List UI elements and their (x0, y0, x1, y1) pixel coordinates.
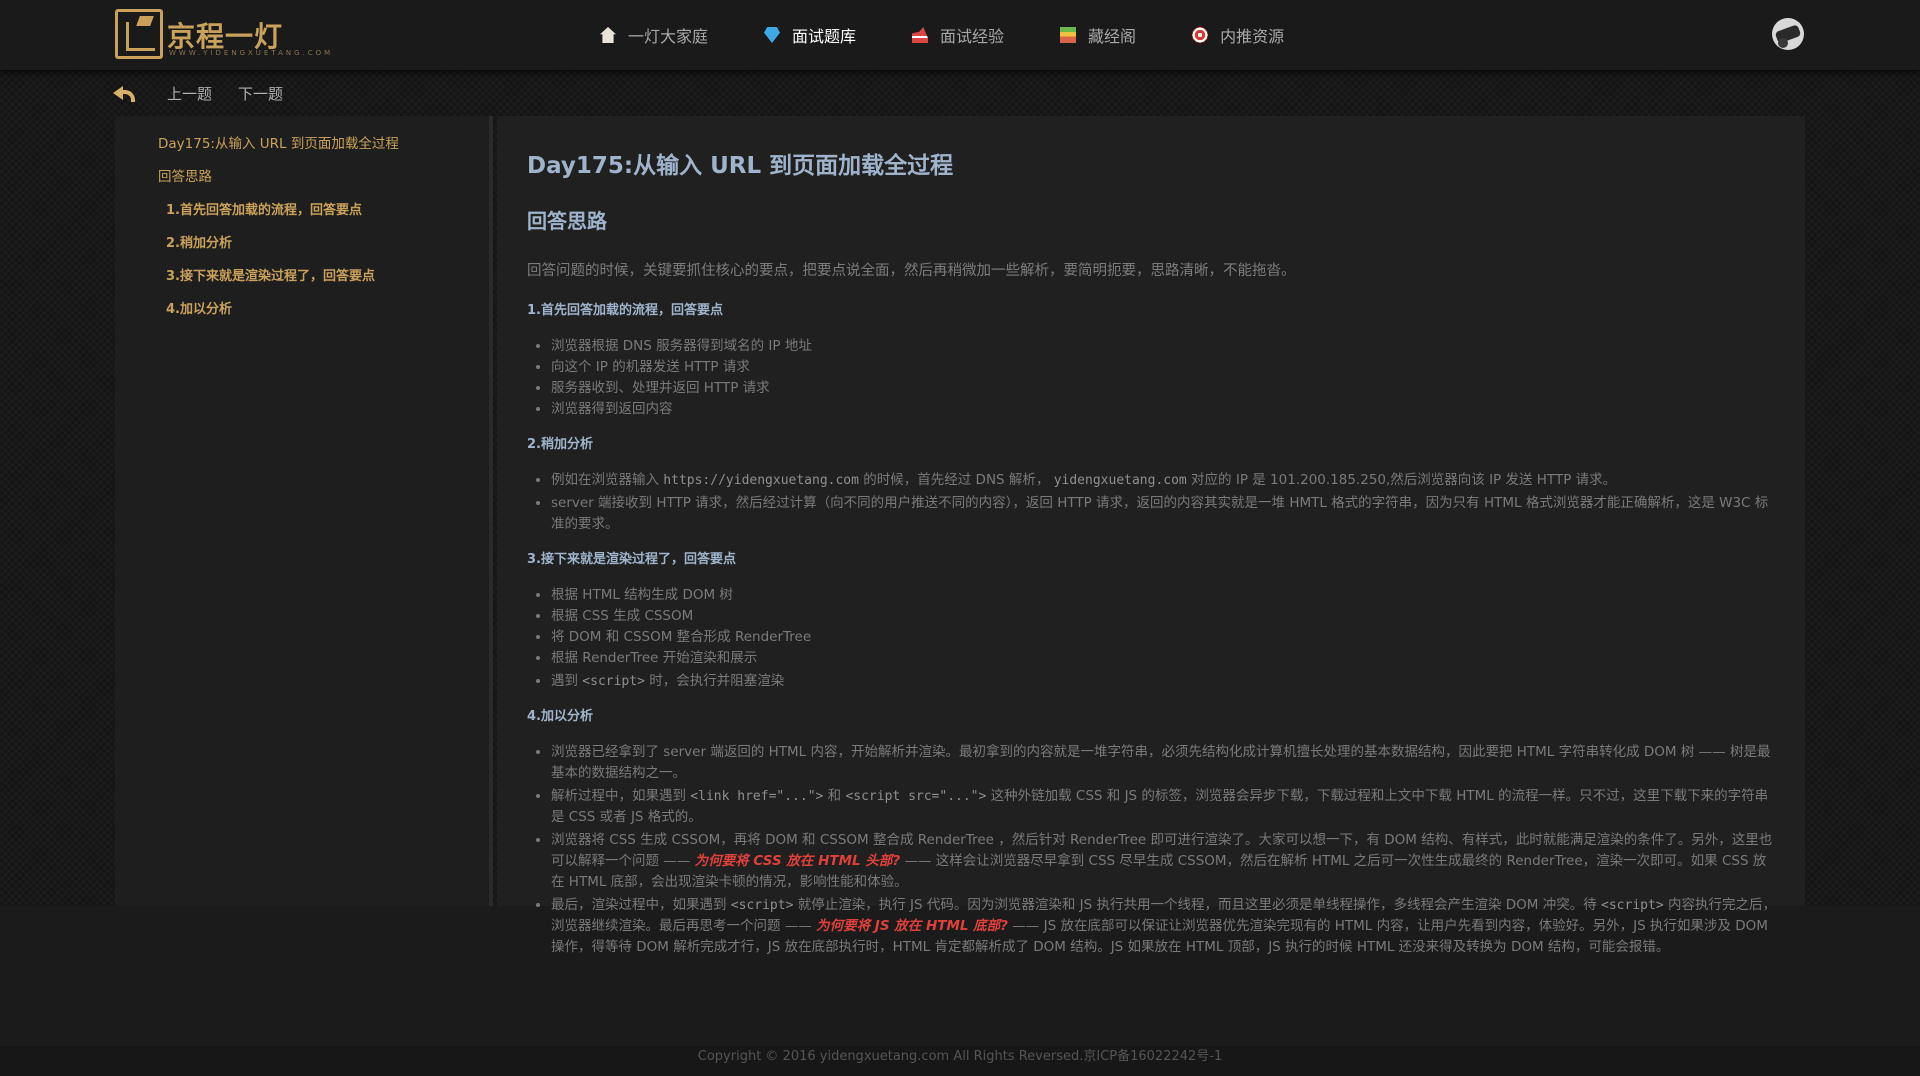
list-item: 解析过程中，如果遇到 <link href="..."> 和 <script s… (551, 786, 1777, 828)
section-3-heading: 3.接下来就是渲染过程了，回答要点 (527, 552, 736, 567)
toc-list: Day175:从输入 URL 到页面加载全过程 回答思路 1.首先回答加载的流程… (158, 128, 399, 326)
toc-item-answer-approach[interactable]: 回答思路 (158, 161, 399, 194)
toc-item-section-3[interactable]: 3.接下来就是渲染过程了，回答要点 (158, 260, 399, 293)
section-2-heading: 2.稍加分析 (527, 437, 593, 452)
list-item: 浏览器根据 DNS 服务器得到域名的 IP 地址 (551, 336, 1777, 357)
logo-subtext: WWW.YIDENGXUETANG.COM (169, 49, 334, 57)
toc-sidebar: Day175:从输入 URL 到页面加载全过程 回答思路 1.首先回答加载的流程… (115, 116, 493, 906)
highlight-css-question: 为何要将 CSS 放在 HTML 头部? (694, 853, 901, 869)
toc-item-title[interactable]: Day175:从输入 URL 到页面加载全过程 (158, 128, 399, 161)
section-3-list: 根据 HTML 结构生成 DOM 树 根据 CSS 生成 CSSOM 将 DOM… (527, 585, 1777, 692)
prev-question-link[interactable]: 上一题 (167, 83, 212, 104)
section-2-list: 例如在浏览器输入 https://yidengxuetang.com 的时候，首… (527, 470, 1777, 535)
toc-item-section-4[interactable]: 4.加以分析 (158, 293, 399, 326)
site-logo[interactable]: 京程一灯 WWW.YIDENGXUETANG.COM (115, 9, 330, 61)
nav-item-label: 一灯大家庭 (628, 27, 709, 46)
list-item: 根据 CSS 生成 CSSOM (551, 606, 1777, 627)
nav-item-experience[interactable]: 面试经验 (912, 23, 1004, 47)
section-1-heading: 1.首先回答加载的流程，回答要点 (527, 303, 723, 318)
list-item: 根据 HTML 结构生成 DOM 树 (551, 585, 1777, 606)
list-item: 根据 RenderTree 开始渲染和展示 (551, 648, 1777, 669)
list-item: 向这个 IP 的机器发送 HTTP 请求 (551, 357, 1777, 378)
link-tag-code: <link href="..."> (690, 789, 824, 804)
back-arrow-icon[interactable] (113, 84, 135, 102)
article-content: Day175:从输入 URL 到页面加载全过程 回答思路 回答问题的时候，关键要… (527, 150, 1777, 972)
shoe-icon (912, 27, 929, 43)
section-4-heading: 4.加以分析 (527, 709, 593, 724)
article-subtitle: 回答思路 (527, 209, 607, 233)
script-tag-code: <script> (1601, 898, 1664, 913)
logo-mark-icon (115, 9, 163, 59)
nav-item-library[interactable]: 藏经阁 (1060, 23, 1136, 47)
domain-code: yidengxuetang.com (1053, 473, 1187, 488)
list-item: 最后，渲染过程中，如果遇到 <script> 就停止渲染，执行 JS 代码。因为… (551, 895, 1777, 958)
section-1-list: 浏览器根据 DNS 服务器得到域名的 IP 地址 向这个 IP 的机器发送 HT… (527, 336, 1777, 420)
home-icon (600, 27, 616, 43)
list-item: 服务器收到、处理并返回 HTTP 请求 (551, 378, 1777, 399)
nav-item-question-bank[interactable]: 面试题库 (764, 23, 856, 47)
top-navbar: 京程一灯 WWW.YIDENGXUETANG.COM 一灯大家庭 面试题库 面试… (0, 0, 1920, 71)
script-src-code: <script src="..."> (845, 789, 987, 804)
list-item: 浏览器将 CSS 生成 CSSOM，再将 DOM 和 CSSOM 整合成 Ren… (551, 830, 1777, 893)
list-item: server 端接收到 HTTP 请求，然后经过计算（向不同的用户推送不同的内容… (551, 493, 1777, 535)
list-item: 将 DOM 和 CSSOM 整合形成 RenderTree (551, 627, 1777, 648)
user-avatar[interactable] (1772, 18, 1804, 50)
list-item: 浏览器已经拿到了 server 端返回的 HTML 内容，开始解析并渲染。最初拿… (551, 742, 1777, 784)
article-intro: 回答问题的时候，关键要抓住核心的要点，把要点说全面，然后再稍微加一些解析，要简明… (527, 263, 1296, 279)
script-tag-code: <script> (730, 898, 794, 913)
nav-item-label: 藏经阁 (1088, 27, 1137, 46)
site-footer: Copyright © 2016 yidengxuetang.com All R… (0, 1046, 1920, 1076)
script-tag-code: <script> (582, 674, 645, 689)
article-title: Day175:从输入 URL 到页面加载全过程 (527, 153, 954, 179)
highlight-js-question: 为何要将 JS 放在 HTML 底部? (816, 918, 1009, 934)
toc-item-section-2[interactable]: 2.稍加分析 (158, 227, 399, 260)
diamond-icon (764, 27, 781, 43)
url-code: https://yidengxuetang.com (663, 473, 859, 488)
target-icon (1192, 27, 1209, 43)
nav-item-label: 面试经验 (940, 27, 1005, 46)
section-4-list: 浏览器已经拿到了 server 端返回的 HTML 内容，开始解析并渲染。最初拿… (527, 742, 1777, 958)
main-nav: 一灯大家庭 面试题库 面试经验 藏经阁 内推资源 (600, 0, 1340, 70)
list-item: 浏览器得到返回内容 (551, 399, 1777, 420)
nav-item-family[interactable]: 一灯大家庭 (600, 23, 708, 47)
nav-item-label: 内推资源 (1220, 27, 1285, 46)
question-subnav: 上一题 下一题 (113, 80, 309, 106)
nav-item-label: 面试题库 (792, 27, 857, 46)
next-question-link[interactable]: 下一题 (238, 83, 283, 104)
list-item: 遇到 <script> 时，会执行并阻塞渲染 (551, 671, 1777, 692)
books-icon (1060, 27, 1077, 43)
toc-item-section-1[interactable]: 1.首先回答加载的流程，回答要点 (158, 194, 399, 227)
list-item: 例如在浏览器输入 https://yidengxuetang.com 的时候，首… (551, 470, 1777, 491)
nav-item-referral[interactable]: 内推资源 (1192, 23, 1284, 47)
